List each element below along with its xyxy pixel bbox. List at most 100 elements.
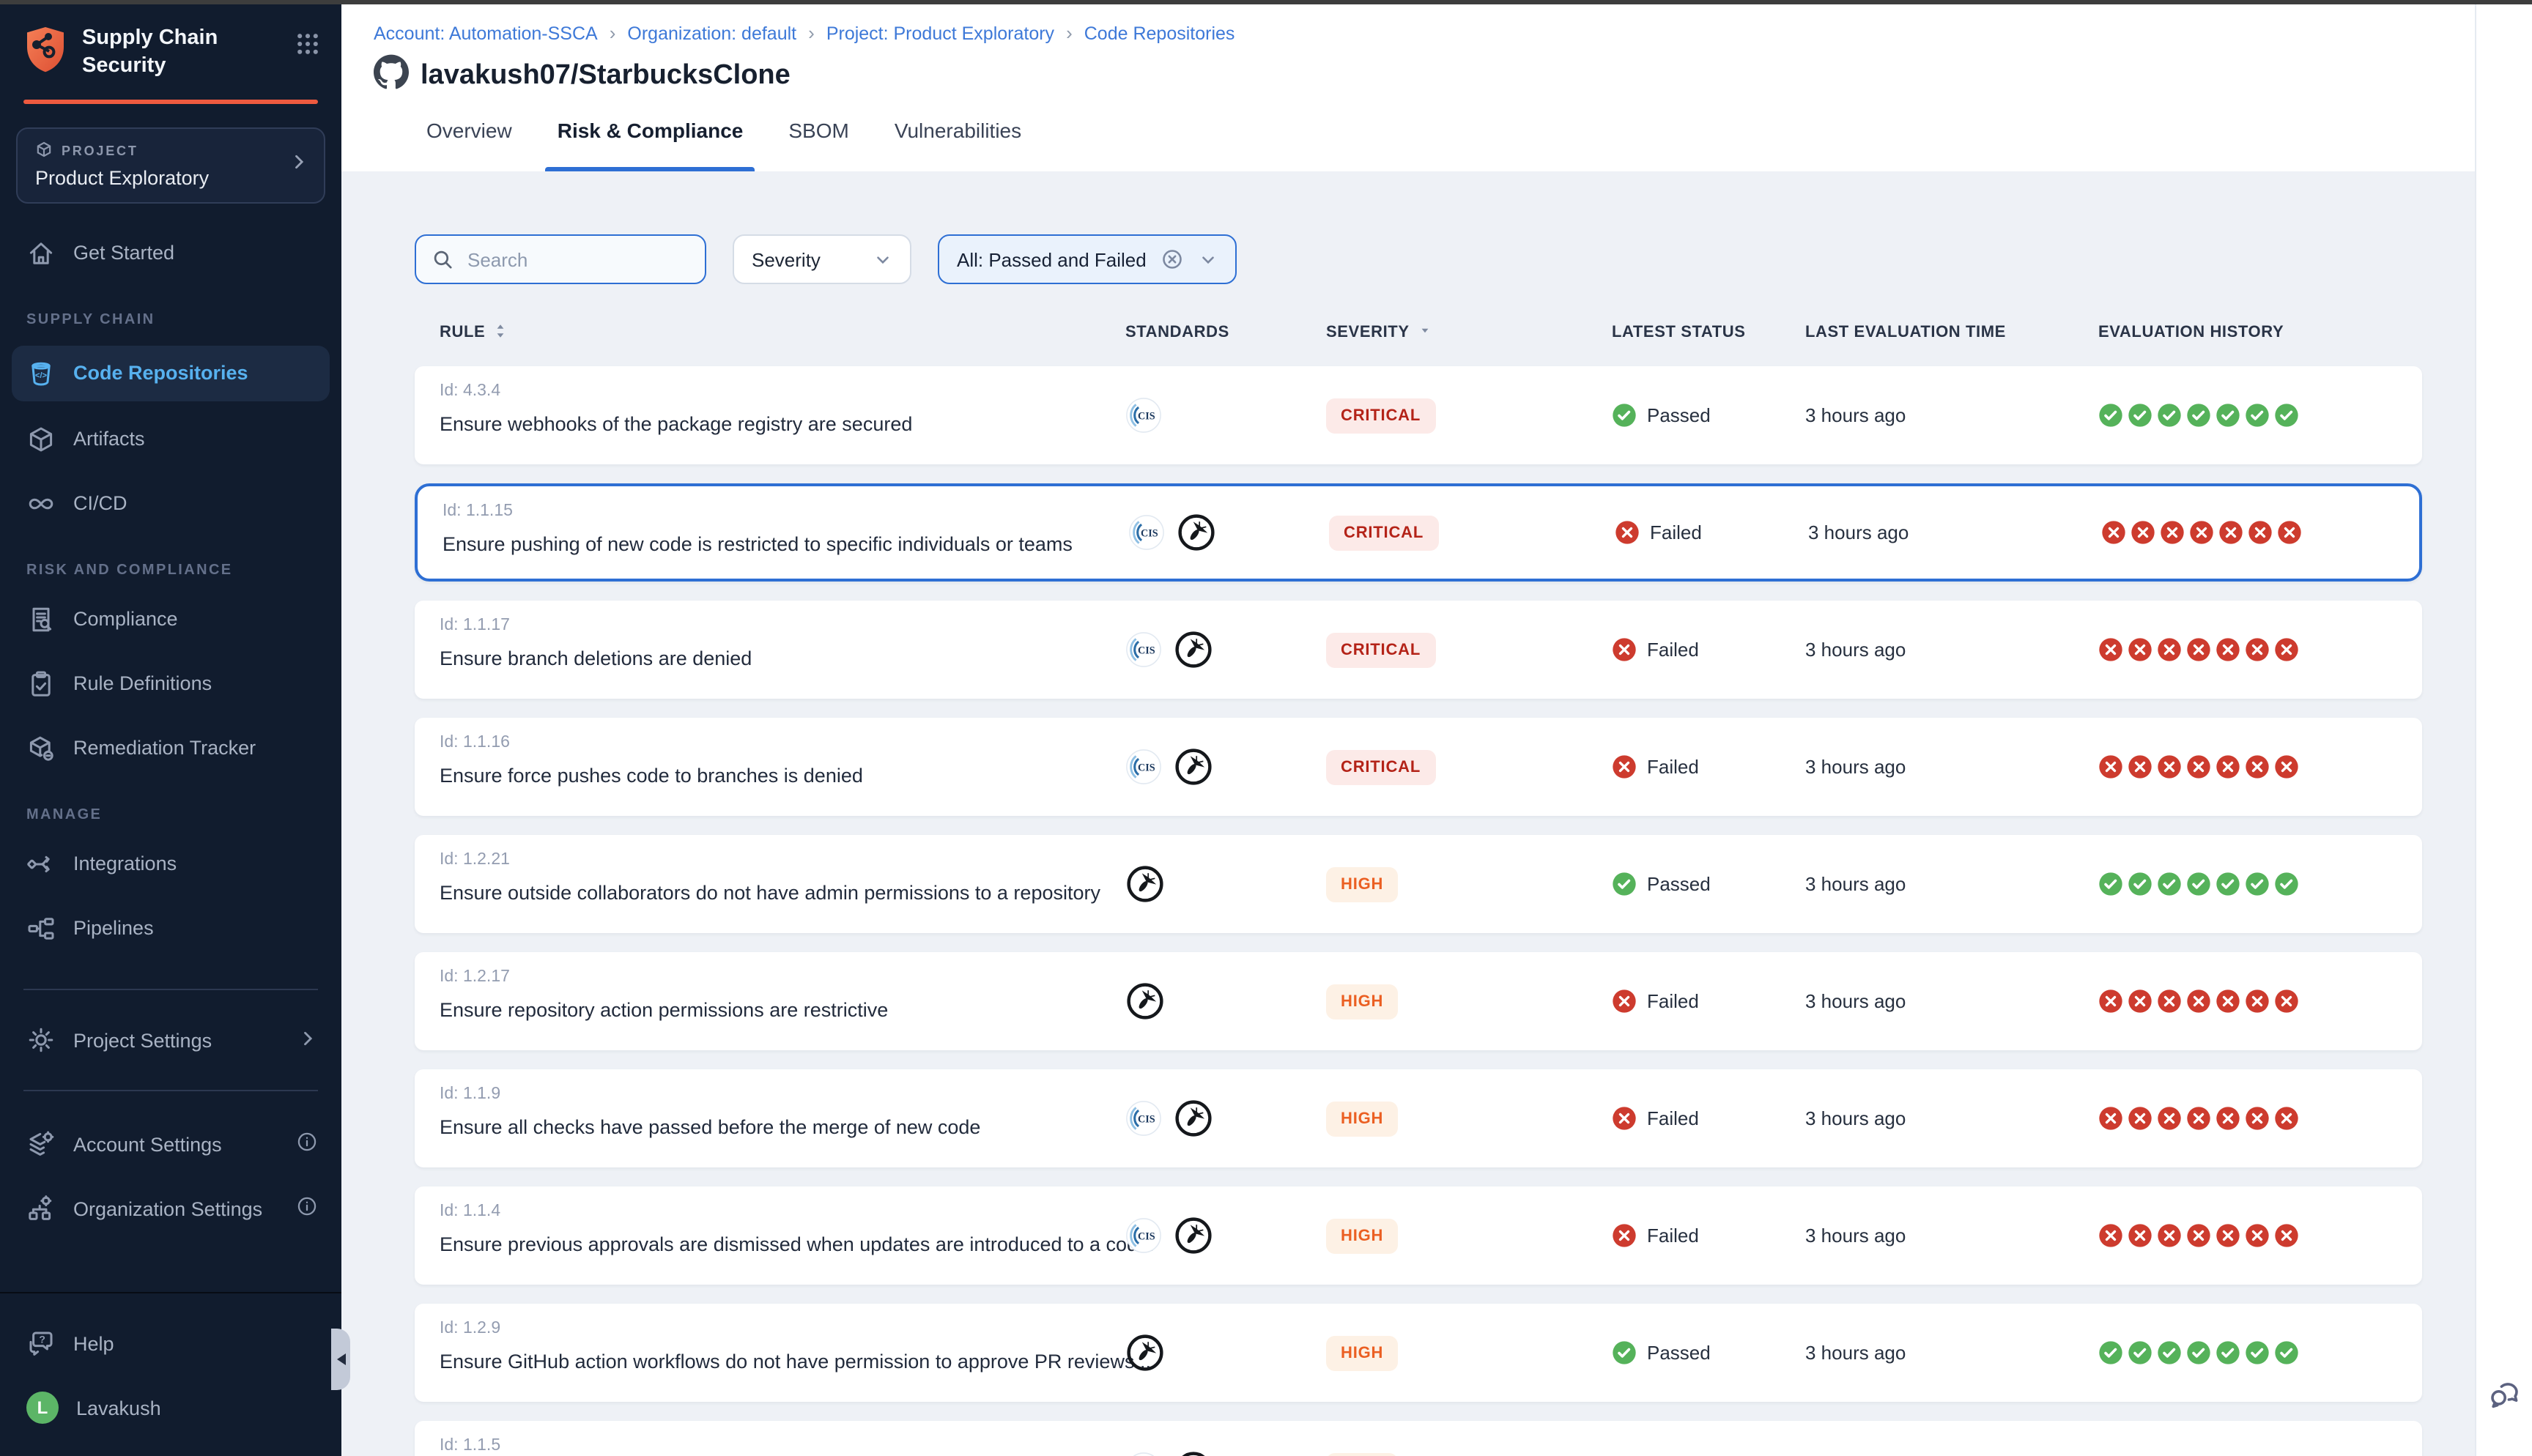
history-pass-icon <box>2157 1340 2182 1365</box>
code-repo-icon: </> <box>26 358 56 387</box>
history-fail-icon <box>2101 520 2126 545</box>
sidebar-item-help[interactable]: ? Help <box>0 1317 341 1370</box>
sidebar-item-get-started[interactable]: Get Started <box>0 226 341 279</box>
breadcrumb-separator: › <box>610 22 616 44</box>
sort-desc-icon[interactable] <box>1417 322 1433 343</box>
sidebar-item-label: CI/CD <box>73 492 127 514</box>
evaluation-history <box>2098 637 2422 662</box>
table-row[interactable]: Id: 1.1.15 Ensure pushing of new code is… <box>415 483 2422 582</box>
project-label: PROJECT <box>62 143 138 157</box>
search-input[interactable] <box>464 247 690 272</box>
app-title: Supply Chain Security <box>82 25 229 80</box>
main-area: Account: Automation-SSCA › Organization: d… <box>341 4 2475 1456</box>
info-icon[interactable] <box>296 1195 318 1222</box>
breadcrumb-link-organization-default[interactable]: Organization: default <box>627 23 796 43</box>
sidebar-collapse-handle[interactable] <box>331 1329 350 1390</box>
project-cube-icon <box>35 140 53 160</box>
status-filter[interactable]: All: Passed and Failed <box>938 234 1237 284</box>
breadcrumb-link-account-automation-ssca[interactable]: Account: Automation-SSCA <box>374 23 598 43</box>
tab-sbom[interactable]: SBOM <box>785 107 851 171</box>
history-fail-icon <box>2186 637 2211 662</box>
sidebar-item-code-repositories[interactable]: </>Code Repositories <box>12 345 330 401</box>
sidebar-item-rule-definitions[interactable]: Rule Definitions <box>0 657 341 710</box>
sidebar-item-artifacts[interactable]: Artifacts <box>0 412 341 465</box>
evaluation-history <box>2101 520 2419 545</box>
history-fail-icon <box>2157 1223 2182 1248</box>
app-grid-menu-icon[interactable] <box>295 31 321 64</box>
rule-id: Id: 1.2.17 <box>440 968 1125 986</box>
project-selector[interactable]: PROJECT Product Exploratory <box>16 127 325 203</box>
status-label: Failed <box>1650 521 1702 543</box>
rule-name: Ensure all checks have passed before the… <box>440 1116 1125 1138</box>
sidebar-divider <box>23 1090 318 1091</box>
history-fail-icon <box>2274 1106 2299 1131</box>
table-header: RULE STANDARDS SEVERITY LATEST STATUS LA… <box>415 299 2422 366</box>
breadcrumb-link-code-repositories[interactable]: Code Repositories <box>1084 23 1235 43</box>
table-row[interactable]: Id: 4.3.4 Ensure webhooks of the package… <box>415 366 2422 464</box>
rule-cell: Id: 1.1.9 Ensure all checks have passed … <box>440 1069 1125 1138</box>
user-name: Lavakush <box>76 1397 161 1419</box>
tab-vulnerabilities[interactable]: Vulnerabilities <box>892 107 1024 171</box>
page-header: Account: Automation-SSCA › Organization: d… <box>341 4 2475 171</box>
history-pass-icon <box>2274 403 2299 428</box>
table-row[interactable]: Id: 1.2.17 Ensure repository action perm… <box>415 952 2422 1050</box>
sidebar-item-organization-settings[interactable]: Organization Settings <box>0 1182 341 1235</box>
rule-name: Ensure force pushes code to branches is … <box>440 765 1125 787</box>
history-pass-icon <box>2098 1340 2123 1365</box>
rule-id: Id: 1.1.15 <box>443 502 1128 520</box>
column-severity[interactable]: SEVERITY <box>1326 322 1612 343</box>
app-root: Supply Chain Security PROJECT Product <box>0 0 2532 1456</box>
layers-gear-icon <box>26 1129 56 1159</box>
table-row[interactable]: Id: 1.1.17 Ensure branch deletions are d… <box>415 601 2422 699</box>
table-row[interactable]: Id: 1.1.16 Ensure force pushes code to b… <box>415 718 2422 816</box>
standards-cell: CIS <box>1125 630 1326 669</box>
tab-risk-compliance[interactable]: Risk & Compliance <box>555 107 747 171</box>
owasp-standard-icon <box>1174 1099 1213 1138</box>
evaluation-history <box>2098 403 2422 428</box>
breadcrumb-link-project-product-exploratory[interactable]: Project: Product Exploratory <box>826 23 1054 43</box>
info-icon[interactable] <box>296 1131 318 1157</box>
table-row[interactable]: Id: 1.1.4 Ensure previous approvals are … <box>415 1186 2422 1285</box>
chevron-down-icon <box>1199 250 1218 269</box>
rule-cell: Id: 1.2.21 Ensure outside collaborators … <box>440 835 1125 904</box>
table-row[interactable]: Id: 1.2.9 Ensure GitHub action workflows… <box>415 1304 2422 1402</box>
last-evaluation-time: 3 hours ago <box>1805 639 2098 661</box>
sidebar-item-pipelines[interactable]: Pipelines <box>0 902 341 954</box>
column-standards: STANDARDS <box>1125 324 1326 341</box>
sidebar-item-label: Pipelines <box>73 917 154 939</box>
status-label: Failed <box>1647 756 1699 778</box>
status-cell: Passed <box>1612 872 1805 896</box>
sidebar-item-ci-cd[interactable]: CI/CD <box>0 477 341 530</box>
history-fail-icon <box>2098 637 2123 662</box>
sidebar-item-label: Account Settings <box>73 1133 222 1155</box>
tab-overview[interactable]: Overview <box>423 107 515 171</box>
history-fail-icon <box>2274 637 2299 662</box>
severity-filter[interactable]: Severity <box>733 234 911 284</box>
history-fail-icon <box>2157 1106 2182 1131</box>
sidebar-item-label: Compliance <box>73 608 178 630</box>
table-row[interactable]: Id: 1.2.21 Ensure outside collaborators … <box>415 835 2422 933</box>
history-pass-icon <box>2186 403 2211 428</box>
sidebar-item-integrations[interactable]: Integrations <box>0 837 341 890</box>
history-pass-icon <box>2274 872 2299 896</box>
clear-filter-icon[interactable] <box>1161 248 1185 271</box>
sidebar-item-project-settings[interactable]: Project Settings <box>0 1014 341 1066</box>
sidebar-item-remediation-tracker[interactable]: Remediation Tracker <box>0 721 341 774</box>
history-fail-icon <box>2157 754 2182 779</box>
svg-text:CIS: CIS <box>1138 1113 1155 1125</box>
table-row[interactable]: Id: 1.1.5 CIS HIGH Failed 3 hours ago <box>415 1421 2422 1456</box>
column-rule[interactable]: RULE <box>440 320 1125 345</box>
chat-support-icon[interactable] <box>2487 1375 2522 1418</box>
severity-badge: HIGH <box>1326 1335 1398 1370</box>
history-fail-icon <box>2216 989 2240 1014</box>
history-fail-icon <box>2128 989 2152 1014</box>
last-evaluation-time: 3 hours ago <box>1805 1107 2098 1129</box>
table-row[interactable]: Id: 1.1.9 Ensure all checks have passed … <box>415 1069 2422 1167</box>
svg-text:CIS: CIS <box>1141 527 1158 539</box>
search-input-wrap <box>415 234 706 284</box>
sidebar-item-compliance[interactable]: Compliance <box>0 593 341 645</box>
user-menu[interactable]: L Lavakush <box>0 1381 341 1434</box>
sort-icon[interactable] <box>492 320 508 345</box>
rules-table: RULE STANDARDS SEVERITY LATEST STATUS LA… <box>415 299 2422 1456</box>
sidebar-item-account-settings[interactable]: Account Settings <box>0 1118 341 1170</box>
